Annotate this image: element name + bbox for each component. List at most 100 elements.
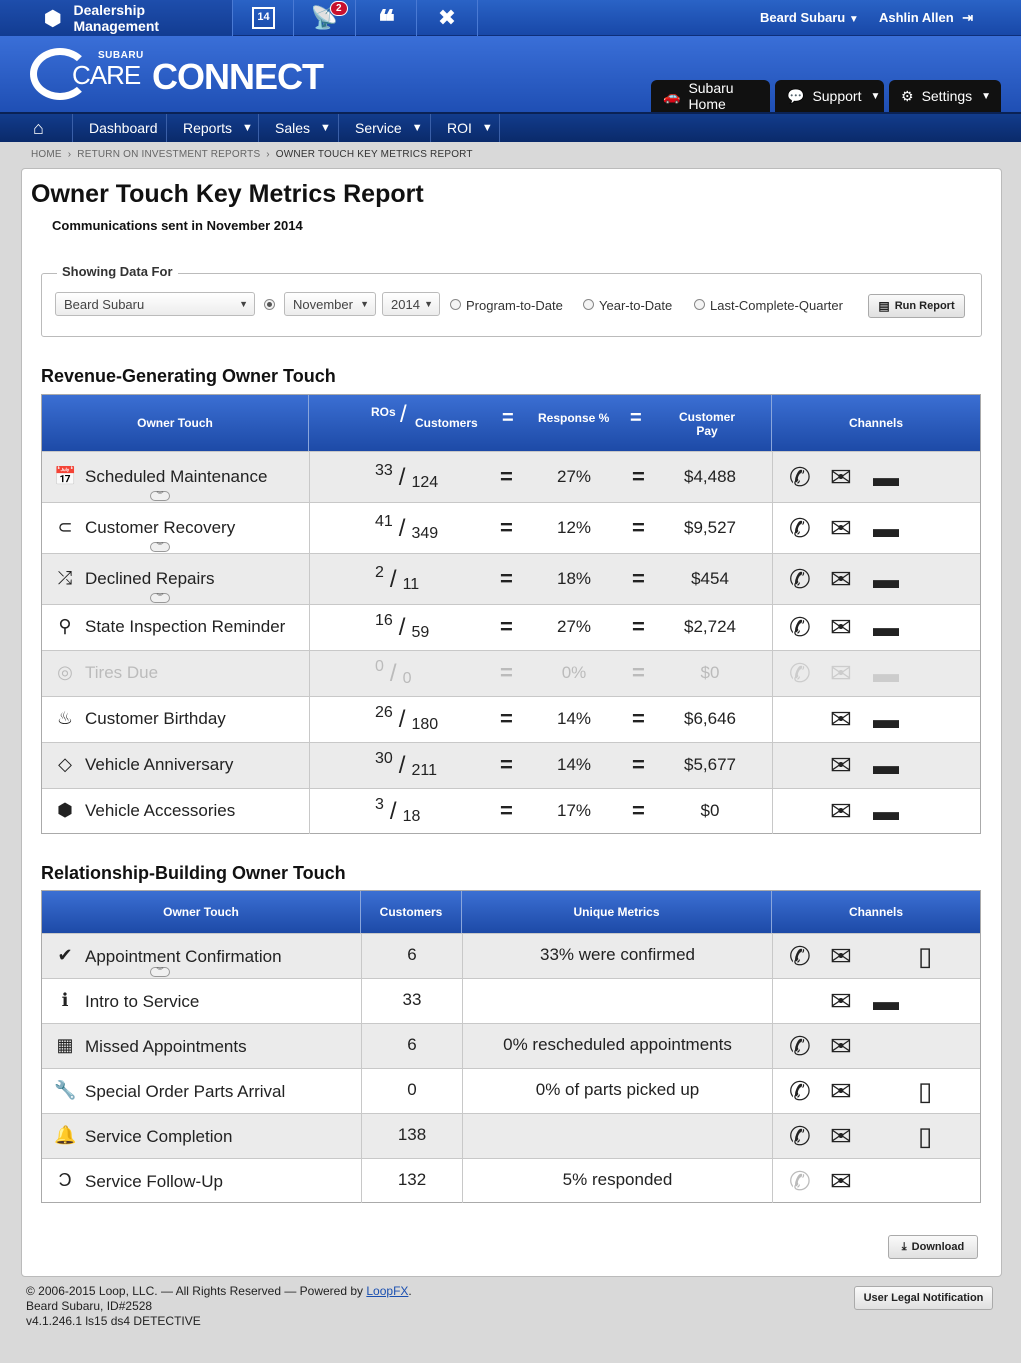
phone-channel-icon[interactable]: ✆ <box>789 1168 811 1194</box>
email-channel-icon[interactable]: ✉ <box>830 515 852 541</box>
expand-row-icon[interactable]: ︾ <box>150 491 170 501</box>
mobile-channel-icon[interactable]: ▯ <box>918 1123 932 1149</box>
response-value: 14% <box>556 755 592 774</box>
card-channel-icon[interactable]: ▬ <box>873 752 899 778</box>
revenue-row[interactable]: 📅 Scheduled Maintenance ︾ 33 / 124 = 27% = $4,488… <box>42 451 980 502</box>
download-button[interactable]: ⤓ Download <box>888 1235 978 1259</box>
run-report-button[interactable]: ▤ Run Report <box>868 294 965 318</box>
subaru-home-button[interactable]: 🚗 Subaru Home <box>651 80 770 112</box>
breadcrumb-roi-reports[interactable]: RETURN ON INVESTMENT REPORTS <box>77 149 260 160</box>
support-button[interactable]: 💬 Support ▼ <box>775 80 884 112</box>
follow-up-icon: Ͻ <box>58 1169 72 1190</box>
revenue-row[interactable]: ◎ Tires Due 0 / 0 = 0% = $0 ✆ ✉ ▬ <box>42 650 980 696</box>
subaru-careconnect-logo[interactable]: SUBARU CARE CONNECT <box>30 48 324 104</box>
relationship-table-header: Owner Touch Customers Unique Metrics Cha… <box>42 891 980 933</box>
cell-divider <box>309 697 310 742</box>
settings-button[interactable]: ⚙ Settings ▼ <box>889 80 1001 112</box>
phone-channel-icon[interactable]: ✆ <box>789 614 811 640</box>
nav-sales[interactable]: Sales ▼ <box>259 114 339 142</box>
tire-icon: ◎ <box>57 662 73 682</box>
relationship-row[interactable]: 🔔 Service Completion 138 ✆ ✉ ▯ <box>42 1113 980 1158</box>
phone-channel-icon[interactable]: ✆ <box>789 943 811 969</box>
breadcrumb-home[interactable]: HOME <box>31 149 62 160</box>
revenue-row[interactable]: ⤮ Declined Repairs ︾ 2 / 11 = 18% = $454 ✆ ✉ ▬ <box>42 553 980 604</box>
relationship-row[interactable]: ▦ Missed Appointments 6 0% rescheduled appo… <box>42 1023 980 1068</box>
relationship-row[interactable]: ✔ Appointment Confirmation ︾ 6 33% were conf… <box>42 933 980 978</box>
card-channel-icon[interactable]: ▬ <box>873 614 899 640</box>
dealer-menu[interactable]: Beard Subaru ▼ <box>760 10 859 25</box>
card-channel-icon[interactable]: ▬ <box>873 660 899 686</box>
nav-home[interactable]: ⌂ <box>0 114 73 142</box>
email-channel-icon[interactable]: ✉ <box>830 614 852 640</box>
sign-out-icon: ⇥ <box>962 10 974 25</box>
email-channel-icon[interactable]: ✉ <box>830 566 852 592</box>
mobile-channel-icon[interactable]: ▯ <box>918 943 932 969</box>
page-title: Owner Touch Key Metrics Report <box>31 180 424 208</box>
customer-pay-value: $0 <box>700 663 720 682</box>
email-channel-icon[interactable]: ✉ <box>830 1123 852 1149</box>
last-complete-quarter-radio[interactable] <box>694 299 705 310</box>
customers-value: 211 <box>411 762 437 779</box>
notifications-button[interactable]: 📡 2 <box>293 0 355 36</box>
equals-icon: = <box>632 706 645 731</box>
email-channel-icon[interactable]: ✉ <box>830 943 852 969</box>
year-select[interactable]: 2014 ▼ <box>382 292 440 316</box>
year-to-date-radio[interactable] <box>583 299 594 310</box>
revenue-row[interactable]: ⬢ Vehicle Accessories 3 / 18 = 17% = $0 ✉ ▬ <box>42 788 980 834</box>
user-menu[interactable]: Ashlin Allen ⇥ <box>879 10 973 26</box>
nav-reports[interactable]: Reports ▼ <box>167 114 259 142</box>
email-channel-icon[interactable]: ✉ <box>830 752 852 778</box>
tools-button[interactable]: ✖ <box>416 0 478 36</box>
card-channel-icon[interactable]: ▬ <box>873 566 899 592</box>
email-channel-icon[interactable]: ✉ <box>830 660 852 686</box>
month-select[interactable]: November ▼ <box>284 292 376 316</box>
expand-row-icon[interactable]: ︾ <box>150 593 170 603</box>
card-channel-icon[interactable]: ▬ <box>873 988 899 1014</box>
ros-value: 3 <box>375 796 384 813</box>
app-switcher[interactable]: ⬢ Dealership Management <box>0 0 232 36</box>
nav-service[interactable]: Service ▼ <box>339 114 431 142</box>
phone-channel-icon[interactable]: ✆ <box>789 464 811 490</box>
mobile-channel-icon[interactable]: ▯ <box>918 1078 932 1104</box>
revenue-row[interactable]: ⚲ State Inspection Reminder 16 / 59 = 27% = $2,7… <box>42 604 980 650</box>
phone-channel-icon[interactable]: ✆ <box>789 1123 811 1149</box>
revenue-row[interactable]: ♨ Customer Birthday 26 / 180 = 14% = $6,646 ✉ ▬ <box>42 696 980 742</box>
email-channel-icon[interactable]: ✉ <box>830 1033 852 1059</box>
phone-channel-icon[interactable]: ✆ <box>789 1033 811 1059</box>
customers-value: 6 <box>407 1034 417 1054</box>
phone-channel-icon[interactable]: ✆ <box>789 566 811 592</box>
relationship-row[interactable]: 🔧 Special Order Parts Arrival 0 0% of parts… <box>42 1068 980 1113</box>
relationship-row[interactable]: Ͻ Service Follow-Up 132 5% responded ✆ ✉ <box>42 1158 980 1203</box>
program-to-date-radio[interactable] <box>450 299 461 310</box>
revenue-row[interactable]: ⊂ Customer Recovery ︾ 41 / 349 = 12% = $9,527 ✆ ✉ ▬ <box>42 502 980 553</box>
card-channel-icon[interactable]: ▬ <box>873 798 899 824</box>
dealer-select[interactable]: Beard Subaru ▼ <box>55 292 255 316</box>
quotes-button[interactable]: ❝ <box>355 0 417 40</box>
cell-divider <box>309 789 310 834</box>
email-channel-icon[interactable]: ✉ <box>830 1168 852 1194</box>
loopfx-link[interactable]: LoopFX <box>366 1284 408 1298</box>
email-channel-icon[interactable]: ✉ <box>830 706 852 732</box>
card-channel-icon[interactable]: ▬ <box>873 706 899 732</box>
card-channel-icon[interactable]: ▬ <box>873 464 899 490</box>
nav-roi[interactable]: ROI ▼ <box>431 114 500 142</box>
relationship-row[interactable]: ℹ Intro to Service 33 ✉ ▬ <box>42 978 980 1023</box>
email-channel-icon[interactable]: ✉ <box>830 1078 852 1104</box>
legal-notification-button[interactable]: User Legal Notification <box>854 1286 993 1310</box>
settings-label: Settings <box>921 88 973 104</box>
expand-row-icon[interactable]: ︾ <box>150 542 170 552</box>
phone-channel-icon[interactable]: ✆ <box>789 660 811 686</box>
revenue-row[interactable]: ◇ Vehicle Anniversary 30 / 211 = 14% = $5,677 ✉ ▬ <box>42 742 980 788</box>
expand-row-icon[interactable]: ︾ <box>150 967 170 977</box>
calendar-shortcut[interactable]: 14 <box>232 0 294 36</box>
phone-channel-icon[interactable]: ✆ <box>789 1078 811 1104</box>
email-channel-icon[interactable]: ✉ <box>830 988 852 1014</box>
month-radio[interactable] <box>264 299 275 310</box>
email-channel-icon[interactable]: ✉ <box>830 798 852 824</box>
ros-value: 26 <box>375 704 393 721</box>
subaru-home-label: Subaru Home <box>688 80 734 112</box>
email-channel-icon[interactable]: ✉ <box>830 464 852 490</box>
card-channel-icon[interactable]: ▬ <box>873 515 899 541</box>
nav-dashboard[interactable]: Dashboard <box>73 114 167 142</box>
phone-channel-icon[interactable]: ✆ <box>789 515 811 541</box>
